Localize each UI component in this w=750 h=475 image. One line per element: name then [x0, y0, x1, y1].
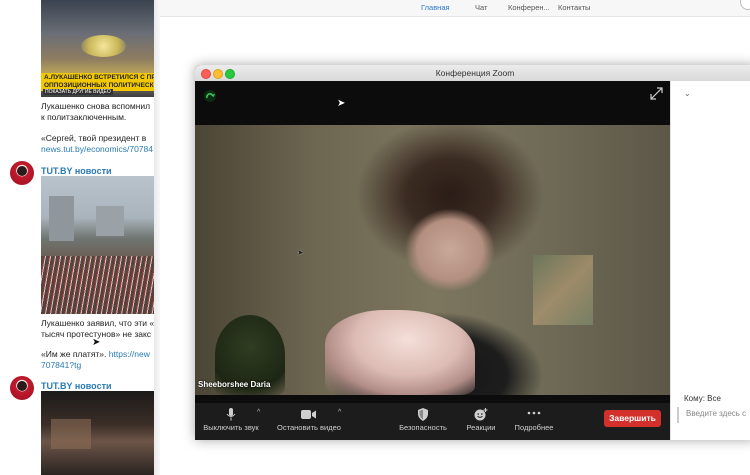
encryption-shield-icon[interactable]	[204, 90, 216, 102]
security-button[interactable]: Безопасность	[393, 403, 453, 440]
building-shape	[49, 196, 74, 241]
show-more-videos-button[interactable]: ПОКАЗАТЬ ДРУГИЕ ВИДЕО	[43, 89, 113, 95]
mute-label: Выключить звук	[203, 423, 259, 432]
chat-input-container	[677, 407, 750, 423]
microphone-icon	[199, 408, 263, 421]
reactions-button[interactable]: Реакции	[461, 403, 501, 440]
chat-panel: ⌄ Кому: Все	[670, 81, 750, 440]
chat-recipient-selector[interactable]: Кому: Все	[684, 394, 721, 403]
post-text: «Им же платят». https://new	[41, 349, 160, 360]
reactions-label: Реакции	[466, 423, 496, 432]
audio-options-chevron-icon[interactable]: ^	[257, 409, 260, 416]
fullscreen-icon[interactable]	[650, 87, 664, 101]
more-dots-icon	[511, 408, 557, 421]
mute-button[interactable]: Выключить звук	[199, 403, 263, 440]
post-image-night[interactable]	[41, 391, 157, 475]
avatar[interactable]	[10, 376, 34, 400]
channel-name[interactable]: TUT.BY новости	[41, 166, 112, 176]
mouse-cursor-icon: ➤	[297, 248, 304, 257]
flowers-decoration	[81, 35, 126, 57]
participant-hand	[325, 310, 475, 395]
mouse-cursor-icon: ➤	[337, 98, 346, 109]
chat-message-input[interactable]	[686, 409, 750, 418]
post-text-quote: «Им же платят».	[41, 349, 109, 359]
zoom-meeting-window: Конференция Zoom ➤ ➤ Sheeborshee Daria В…	[195, 65, 750, 440]
app-top-nav: Главная Чат Конферен... Контакты	[160, 0, 750, 17]
browser-window-edge	[154, 0, 160, 475]
post-image-meeting[interactable]: А.ЛУКАШЕНКО ВСТРЕТИЛСЯ С ПРЕДСТ ОППОЗИЦИ…	[41, 0, 157, 97]
window-title: Конференция Zoom	[435, 68, 515, 78]
window-titlebar[interactable]: Конференция Zoom	[195, 65, 750, 82]
post-text: Лукашенко заявил, что эти «	[41, 318, 155, 328]
post-text: тысяч протестунов» не закс	[41, 329, 152, 339]
channel-name[interactable]: TUT.BY новости	[41, 381, 112, 391]
post-text: «Сергей, твой президент в	[41, 133, 147, 143]
participant-video[interactable]: ➤ Sheeborshee Daria	[195, 125, 670, 395]
post-link[interactable]: 707841?tg	[41, 360, 160, 371]
more-label: Подробнее	[514, 423, 554, 432]
search-icon[interactable]	[740, 0, 750, 10]
mouse-cursor-icon: ➤	[92, 337, 101, 348]
nav-tab-contacts[interactable]: Контакты	[558, 3, 590, 12]
crowd-shape	[41, 256, 157, 314]
chevron-down-icon[interactable]: ⌄	[684, 89, 691, 98]
news-feed: А.ЛУКАШЕНКО ВСТРЕТИЛСЯ С ПРЕДСТ ОППОЗИЦИ…	[0, 0, 160, 475]
emoji-icon	[461, 408, 501, 421]
nav-tab-home[interactable]: Главная	[421, 3, 450, 12]
post-link[interactable]: https://new	[109, 349, 150, 359]
avatar[interactable]	[10, 161, 34, 185]
post-link[interactable]: news.tut.by/economics/70784	[41, 144, 160, 155]
nav-tab-meetings[interactable]: Конферен...	[508, 3, 550, 12]
post-image-protest[interactable]	[41, 176, 157, 314]
security-label: Безопасность	[399, 423, 447, 432]
vehicle-shape	[51, 419, 91, 449]
participant-name-label: Sheeborshee Daria	[198, 380, 271, 389]
nav-tab-chat[interactable]: Чат	[475, 3, 487, 12]
video-area: ➤ ➤ Sheeborshee Daria	[195, 81, 670, 403]
building-shape	[96, 206, 124, 236]
post-text: Лукашенко снова вспомнил	[41, 101, 151, 111]
video-camera-icon	[273, 408, 345, 421]
stop-video-button[interactable]: Остановить видео	[273, 403, 345, 440]
meeting-controls-bar: Выключить звук ^ Остановить видео ^ Безо…	[195, 403, 670, 440]
end-meeting-button[interactable]: Завершить	[604, 410, 661, 427]
stop-video-label: Остановить видео	[277, 423, 341, 432]
more-button[interactable]: Подробнее	[511, 403, 557, 440]
post-text: к политзаключенным.	[41, 112, 127, 122]
wall-painting	[533, 255, 593, 325]
shield-icon	[393, 408, 453, 421]
video-options-chevron-icon[interactable]: ^	[338, 409, 341, 416]
